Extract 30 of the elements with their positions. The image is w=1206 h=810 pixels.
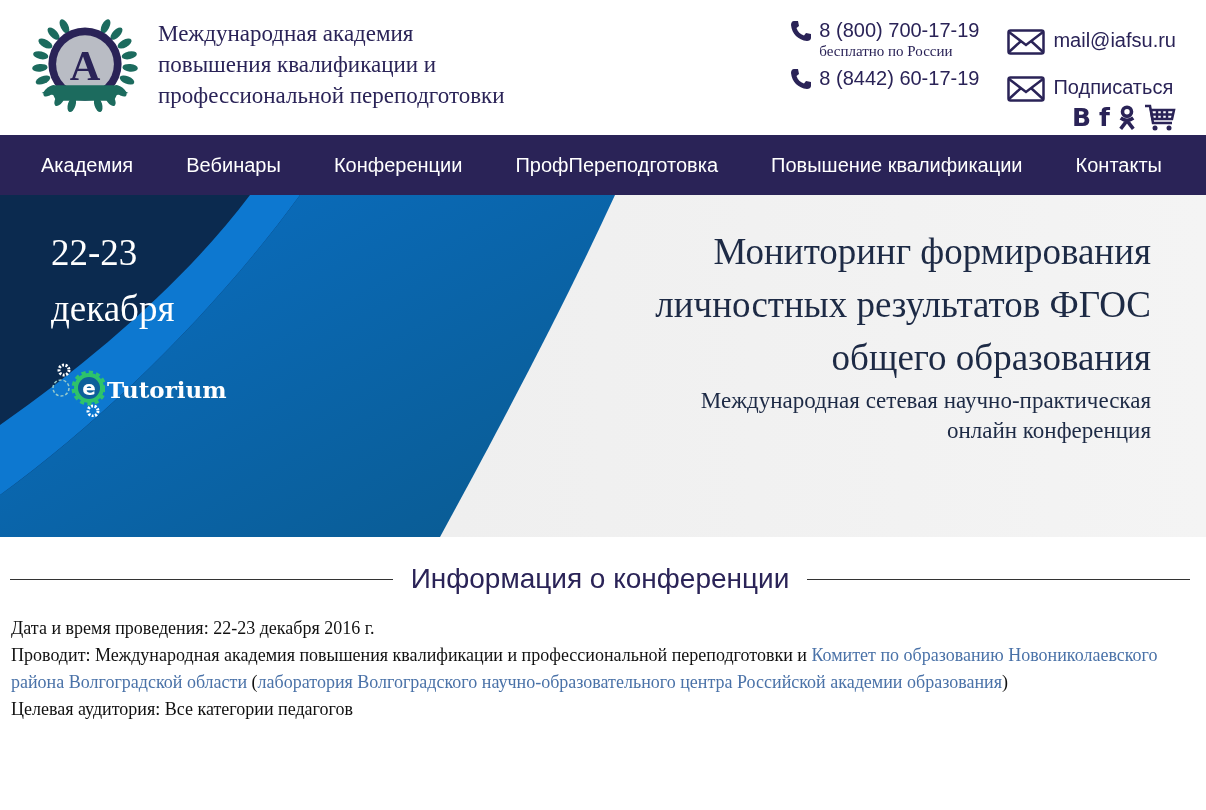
nav-link[interactable]: Академия [41, 153, 134, 177]
nav-link[interactable]: ПрофПереподготовка [515, 153, 718, 177]
envelope-icon [1007, 28, 1046, 55]
phone-number[interactable]: 8 (8442) 60-17-19 [819, 67, 980, 89]
conference-title: Мониторинг формирования личностных результатов ФГОС общего образования [654, 230, 1151, 380]
academy-name: Международная академия повышения квалификации и профессиональной переподготовки [158, 20, 505, 110]
social-link[interactable]: В [1072, 104, 1092, 132]
info-paragraph: Целевая аудитория: Все категории педагогов [11, 698, 354, 721]
info-paragraph: Дата и время проведения: 22-23 декабря 2016 г. [11, 617, 376, 640]
phone-icon [789, 19, 814, 43]
brand-letter: e [82, 376, 96, 400]
nav-link[interactable]: Повышение квалификации [771, 153, 1023, 177]
mail-link[interactable]: Подписаться [1053, 73, 1174, 101]
gears-icon [52, 363, 105, 417]
phone-number[interactable]: 8 (800) 700-17-19 [819, 19, 980, 41]
nav-link[interactable]: Контакты [1075, 153, 1162, 177]
envelope-icon [1007, 75, 1046, 102]
info-paragraph: Проводит: Международная академия повышения квалификации и профессиональной переподготовки и Комитет по образованию Новониколаевского района Волгоградской области (лаборатория Волгоградского научно-образовательного центра Российской академии образования) [11, 644, 1159, 694]
nav-link[interactable]: Вебинары [186, 153, 281, 177]
nav-link[interactable]: Конференции [333, 153, 463, 177]
cart-icon[interactable] [1144, 104, 1176, 132]
brand-name: Tutorium [107, 375, 227, 403]
mail-link[interactable]: mail@iafsu.ru [1053, 26, 1176, 54]
person-icon[interactable] [1118, 105, 1136, 131]
phone-icon [789, 67, 814, 91]
section-title: Информация о конференции [410, 563, 790, 595]
conference-subtitle: Международная сетевая научно-практическая онлайн конференция [699, 387, 1151, 445]
conference-date: 22-23 декабря [51, 231, 176, 331]
social-link[interactable]: f [1099, 104, 1110, 132]
phone-note: бесплатно по России [819, 44, 954, 58]
